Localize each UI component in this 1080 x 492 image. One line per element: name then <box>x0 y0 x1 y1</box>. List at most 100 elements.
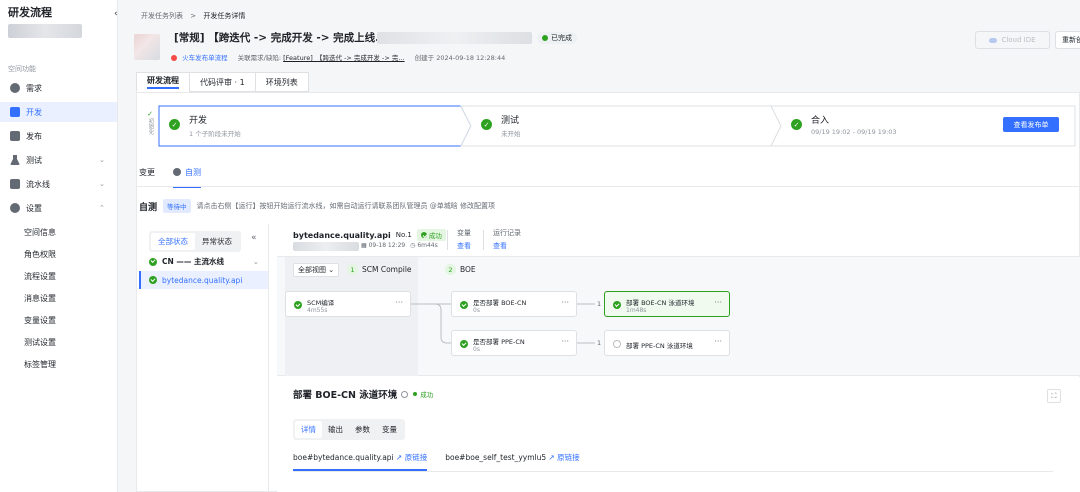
breadcrumb-parent[interactable]: 开发任务列表 <box>141 12 183 20</box>
state-tab-all[interactable]: 全部状态 <box>151 233 195 250</box>
external-link[interactable]: ↗ 原链接 <box>549 453 580 462</box>
job-card[interactable]: 是否部署 BOE-CN 0s ··· <box>451 291 577 317</box>
breadcrumb-current: 开发任务详情 <box>203 12 246 20</box>
subtab-label: 自测 <box>185 168 201 177</box>
sidebar-item-requirements[interactable]: 需求 <box>0 78 117 98</box>
pipeline-list-item[interactable]: bytedance.quality.api <box>139 271 268 289</box>
settings-sub-test[interactable]: 测试设置 <box>24 337 56 348</box>
calendar-icon: ▦ <box>361 242 367 249</box>
info-icon[interactable] <box>401 390 409 398</box>
fullscreen-icon[interactable]: ⛶ <box>1047 389 1061 403</box>
detail-tab-details[interactable]: 详情 <box>295 421 322 438</box>
settings-sub-roles[interactable]: 角色权限 <box>24 249 56 260</box>
pipeline-status-label: 成功 <box>428 232 442 240</box>
task-status-badge: 已完成 <box>537 32 577 44</box>
pipeline-list-panel: 全部状态 异常状态 « CN —— 主流水线 ⌄ bytedance.quali… <box>139 224 269 492</box>
tab-label: 代码评审 · 1 <box>200 77 245 87</box>
view-release-button[interactable]: 查看发布单 <box>1003 117 1059 132</box>
job-name: 是否部署 BOE-CN <box>473 299 527 307</box>
sidebar-item-label: 需求 <box>26 83 42 93</box>
sidebar-item-settings[interactable]: 设置 ⌃ <box>0 198 117 218</box>
vars-col: 变量 查看 <box>457 228 471 251</box>
settings-sub-message[interactable]: 消息设置 <box>24 293 56 304</box>
state-filter: 全部状态 异常状态 <box>149 231 241 252</box>
settings-sub-flow[interactable]: 流程设置 <box>24 271 56 282</box>
pipeline-item-label: bytedance.quality.api <box>162 275 243 285</box>
status-dot-icon <box>413 392 418 396</box>
job-time: 0s <box>473 346 480 353</box>
chevron-down-icon: ⌄ <box>252 257 259 266</box>
dev-flow-card: ✓ 初始化 ✓ 开发 1 个子阶段未开始 ✓ 测试 未开始 ✓ 合入 09/19… <box>136 92 1080 492</box>
more-icon[interactable]: ··· <box>714 298 722 307</box>
job-card[interactable]: 部署 PPE-CN 泳道环境 ··· <box>604 330 730 356</box>
sidebar-item-develop[interactable]: 开发 <box>0 102 117 122</box>
tab-env-list[interactable]: 环境列表 <box>254 72 309 92</box>
sidebar-item-pipeline[interactable]: 流水线 ⌄ <box>0 174 117 194</box>
stage-init: ✓ 初始化 <box>145 111 155 147</box>
cloud-ide-label: Cloud IDE <box>1001 36 1036 44</box>
divider <box>447 230 448 250</box>
job-card-selected[interactable]: 部署 BOE-CN 泳道环境 1m48s ··· <box>604 291 730 317</box>
pipeline-group[interactable]: CN —— 主流水线 ⌄ <box>149 256 259 267</box>
related-label: 关联需求/缺陷: <box>237 54 282 62</box>
vars-label: 变量 <box>457 229 471 237</box>
runs-view-link[interactable]: 查看 <box>493 241 521 251</box>
run-duration-value: 6m44s <box>417 242 438 249</box>
detail-tab-params[interactable]: 参数 <box>349 421 376 438</box>
project-selector[interactable] <box>8 24 82 38</box>
sub-tabs: 变更 自测 <box>139 167 219 188</box>
tab-dev-flow[interactable]: 研发流程 <box>136 72 190 92</box>
more-icon[interactable]: ··· <box>395 298 403 307</box>
sidebar-item-release[interactable]: 发布 <box>0 126 117 146</box>
env-link-tab[interactable]: boe#bytedance.quality.api ↗ 原链接 <box>293 452 428 471</box>
workflow-link[interactable]: 火车发布单流程 <box>182 54 228 62</box>
sidebar-item-test[interactable]: 测试 ⌄ <box>0 150 117 170</box>
edge-label: 1 <box>597 300 602 308</box>
check-icon: ✓ <box>147 110 153 118</box>
detail-tab-vars[interactable]: 变量 <box>376 421 403 438</box>
detail-tab-output[interactable]: 输出 <box>322 421 349 438</box>
sidebar-title: 研发流程 <box>8 6 52 19</box>
pending-circle-icon <box>613 340 621 348</box>
camera-icon <box>173 168 181 176</box>
subtab-selftest[interactable]: 自测 <box>173 167 201 188</box>
external-link[interactable]: ↗ 原链接 <box>396 453 427 462</box>
chevron-up-icon: ⌃ <box>99 204 105 212</box>
pipeline-status-badge: 成功 <box>416 229 446 241</box>
success-check-icon <box>149 257 157 266</box>
rebuild-button[interactable]: 重新创 <box>1055 31 1080 49</box>
cloud-ide-button[interactable]: Cloud IDE <box>975 31 1050 49</box>
stage-test[interactable]: ✓ 测试 未开始 <box>471 105 771 145</box>
stage-sub: 未开始 <box>501 130 521 138</box>
job-name: 部署 BOE-CN 泳道环境 <box>626 299 695 307</box>
related-link[interactable]: [Feature]_【跨迭代 -> 完成开发 -> 完... <box>283 54 404 62</box>
more-icon[interactable]: ··· <box>561 337 569 346</box>
subtab-changes[interactable]: 变更 <box>139 167 155 188</box>
state-tab-abnormal[interactable]: 异常状态 <box>195 233 239 250</box>
tab-label: 研发流程 <box>147 75 179 89</box>
run-time-value: 09-18 12:29 <box>368 242 406 249</box>
more-icon[interactable]: ··· <box>561 298 569 307</box>
task-title: [常规] 【跨迭代 -> 完成开发 -> 完成上线. <box>174 32 380 44</box>
sidebar-collapse-icon[interactable]: ‹ <box>114 9 118 19</box>
settings-sub-variables[interactable]: 变量设置 <box>24 315 56 326</box>
breadcrumb-separator: > <box>190 12 197 20</box>
vars-view-link[interactable]: 查看 <box>457 241 471 251</box>
tab-code-review[interactable]: 代码评审 · 1 <box>189 72 256 92</box>
waiting-badge: 等待中 <box>163 199 191 213</box>
runs-col: 运行记录 查看 <box>493 228 521 251</box>
box-icon <box>10 131 20 141</box>
sidebar-item-label: 开发 <box>26 107 42 117</box>
job-card[interactable]: SCM编译 4m55s ··· <box>285 291 411 317</box>
job-card[interactable]: 是否部署 PPE-CN 0s ··· <box>451 330 577 356</box>
more-icon[interactable]: ··· <box>714 337 722 346</box>
settings-sub-space-info[interactable]: 空间信息 <box>24 227 56 238</box>
settings-sub-tags[interactable]: 标签管理 <box>24 359 56 370</box>
collapse-panel-icon[interactable]: « <box>251 233 257 243</box>
job-detail: 部署 BOE-CN 泳道环境 成功 ⛶ 详情 输出 参数 变量 boe#byte… <box>277 377 1080 492</box>
job-name: 部署 PPE-CN 泳道环境 <box>626 342 693 350</box>
env-link-tab[interactable]: boe#boe_self_test_yymlu5 ↗ 原链接 <box>445 452 579 471</box>
stage-init-label: 初始化 <box>147 118 154 135</box>
env-link-name: boe#bytedance.quality.api <box>293 453 394 462</box>
stage-dev[interactable]: ✓ 开发 1 个子阶段未开始 <box>159 105 461 145</box>
